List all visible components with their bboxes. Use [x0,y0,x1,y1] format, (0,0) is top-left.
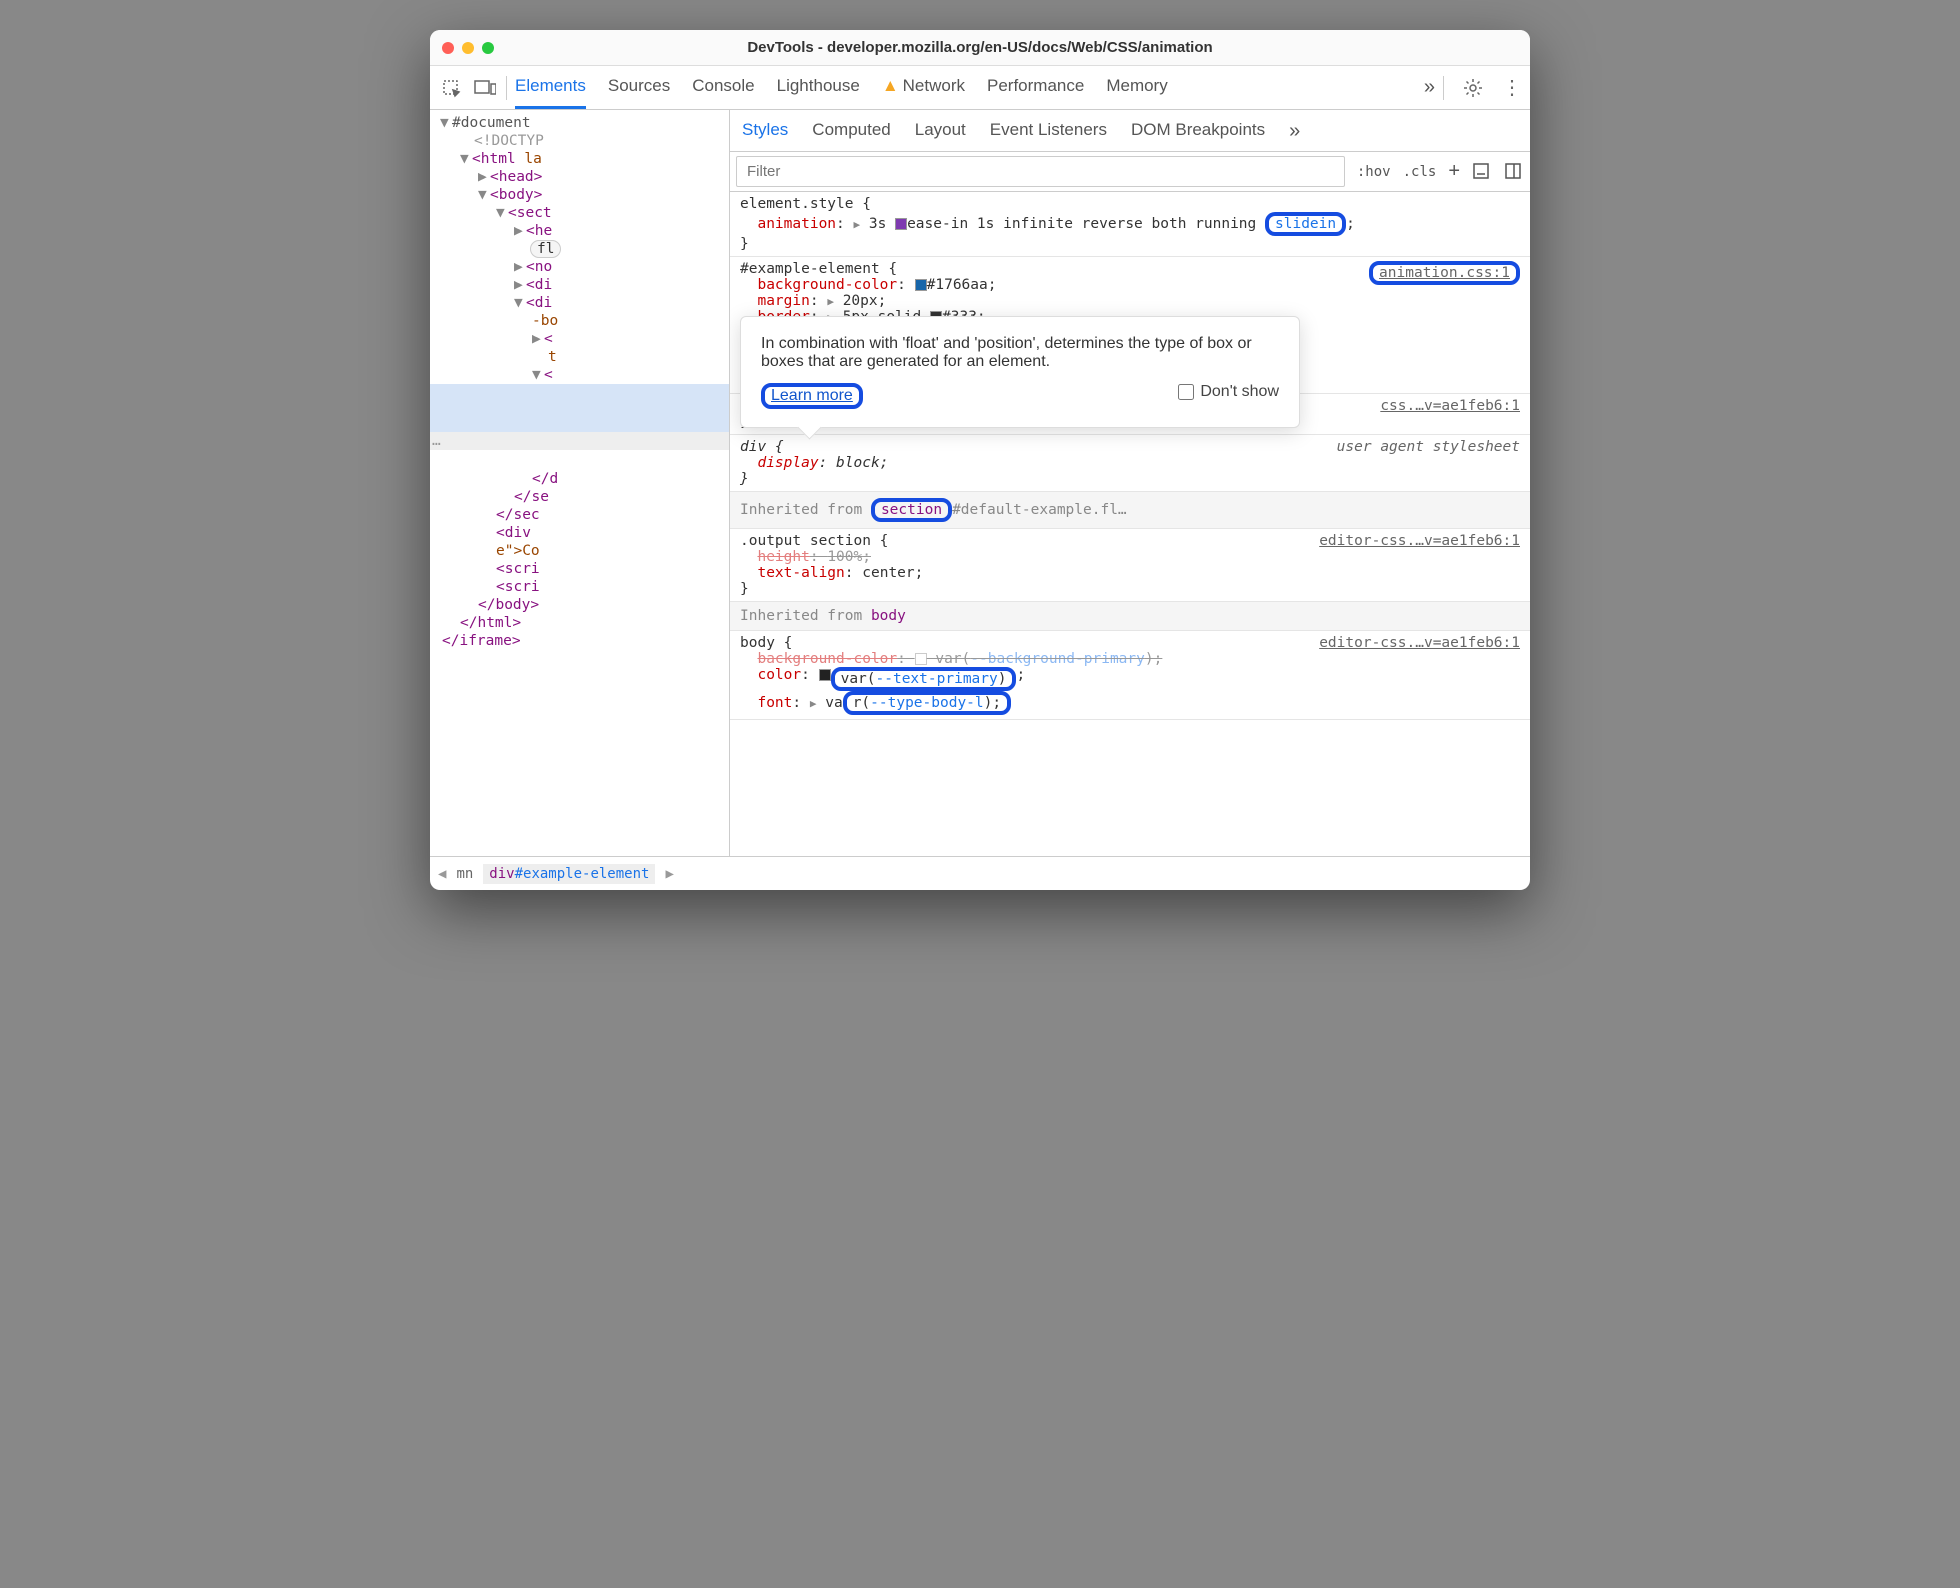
body-rule[interactable]: editor-css.…v=ae1feb6:1 body { backgroun… [730,631,1530,720]
dom-badge[interactable]: fl [530,240,561,258]
filter-bar: :hov .cls + [730,152,1530,192]
dom-close-sec[interactable]: </sec [496,507,540,523]
tab-performance[interactable]: Performance [987,66,1084,109]
kebab-icon[interactable]: ⋮ [1502,75,1522,100]
dom-section[interactable]: <sect [508,205,552,221]
dom-html[interactable]: <html [472,151,524,167]
window-titlebar: DevTools - developer.mozilla.org/en-US/d… [430,30,1530,66]
ua-stylesheet-label: user agent stylesheet [1337,439,1520,455]
dom-script1[interactable]: <scri [496,561,540,577]
dom-script2[interactable]: <scri [496,579,540,595]
dom-header[interactable]: <he [526,223,552,239]
dom-tree[interactable]: ▼#document <!DOCTYP ▼<html la ▶<head> ▼<… [430,110,730,856]
tab-memory[interactable]: Memory [1106,66,1167,109]
toggle-panel-icon[interactable] [1504,162,1524,182]
subtab-styles[interactable]: Styles [742,120,788,143]
dom-noscript[interactable]: <no [526,259,552,275]
cls-button[interactable]: .cls [1397,160,1443,184]
dom-close-html[interactable]: </html> [460,615,521,631]
device-icon[interactable] [472,75,498,101]
more-subtabs-icon[interactable]: » [1289,120,1300,143]
dom-div-open[interactable]: <div [496,525,531,541]
inherited-from-body: Inherited from body [730,602,1530,631]
dom-document[interactable]: #document [452,115,531,131]
learn-more-link[interactable]: Learn more [771,387,853,404]
dom-close-se[interactable]: </se [514,489,549,505]
source-link[interactable]: css.…v=ae1feb6:1 [1380,398,1520,414]
dom-child[interactable]: < [544,331,553,347]
tooltip-text: In combination with 'float' and 'positio… [761,335,1279,371]
inspect-icon[interactable] [438,75,464,101]
dom-eco: e">Co [496,543,540,559]
tab-console[interactable]: Console [692,66,754,109]
gear-icon[interactable] [1462,77,1484,99]
breadcrumb-right-icon[interactable]: ▶ [665,866,673,882]
css-var-link[interactable]: --type-body-l [870,695,984,711]
inherited-from-section: Inherited from section#default-example.f… [730,492,1530,529]
subtab-layout[interactable]: Layout [915,120,966,143]
styles-panel: Styles Computed Layout Event Listeners D… [730,110,1530,856]
dom-close-div[interactable]: </d [532,471,558,487]
dom-body[interactable]: <body> [490,187,542,203]
inherited-body-link[interactable]: body [871,608,906,624]
css-var-link[interactable]: --text-primary [876,671,998,687]
breadcrumb-bar[interactable]: ◀ mn div#example-element ▶ [430,856,1530,890]
dom-close-iframe[interactable]: </iframe> [442,633,521,649]
dont-show-checkbox[interactable] [1178,384,1194,400]
separator [506,76,507,100]
source-link[interactable]: editor-css.…v=ae1feb6:1 [1319,533,1520,549]
tab-network[interactable]: Network [882,66,965,109]
output-section-rule[interactable]: editor-css.…v=ae1feb6:1 .output section … [730,529,1530,602]
tab-sources[interactable]: Sources [608,66,670,109]
sidebar-tabs: Styles Computed Layout Event Listeners D… [730,110,1530,152]
breadcrumb-left-icon[interactable]: ◀ [438,866,446,882]
dom-close-body[interactable]: </body> [478,597,539,613]
window-title: DevTools - developer.mozilla.org/en-US/d… [430,39,1530,56]
dom-t: t [548,349,557,365]
subtab-computed[interactable]: Computed [812,120,890,143]
styles-rules: element.style { animation: ▶ 3s ease-in … [730,192,1530,856]
dom-ellipsis[interactable]: … [430,432,729,450]
source-link[interactable]: editor-css.…v=ae1feb6:1 [1319,635,1520,651]
source-link[interactable]: animation.css:1 [1369,261,1520,285]
dom-head[interactable]: <head> [490,169,542,185]
device-mode-icon[interactable] [1472,162,1492,182]
separator [1443,76,1444,100]
hov-button[interactable]: :hov [1351,160,1397,184]
dom-open[interactable]: < [544,367,553,383]
tab-lighthouse[interactable]: Lighthouse [777,66,860,109]
main-toolbar: Elements Sources Console Lighthouse Netw… [430,66,1530,110]
dont-show-label: Don't show [1200,383,1279,400]
dom-attr: -bo [532,313,558,329]
filter-input[interactable] [736,156,1345,187]
new-rule-icon[interactable]: + [1442,160,1466,183]
div-ua-rule[interactable]: user agent stylesheet div { display: blo… [730,435,1530,492]
subtab-listeners[interactable]: Event Listeners [990,120,1107,143]
dom-div2[interactable]: <di [526,295,552,311]
breadcrumb-selected[interactable]: div#example-element [483,864,655,884]
dom-div1[interactable]: <di [526,277,552,293]
property-tooltip: In combination with 'float' and 'positio… [740,316,1300,428]
subtab-breakpoints[interactable]: DOM Breakpoints [1131,120,1265,143]
animation-name-link[interactable]: slidein [1275,216,1336,232]
tab-elements[interactable]: Elements [515,66,586,109]
dom-selected-row[interactable] [430,384,729,432]
dom-doctype[interactable]: <!DOCTYP [430,132,729,150]
inherited-section-link[interactable]: section [881,502,942,518]
element-style-rule[interactable]: element.style { animation: ▶ 3s ease-in … [730,192,1530,257]
main-tabs: Elements Sources Console Lighthouse Netw… [515,66,1416,109]
breadcrumb-item[interactable]: mn [456,866,473,882]
more-tabs-icon[interactable]: » [1424,76,1435,99]
